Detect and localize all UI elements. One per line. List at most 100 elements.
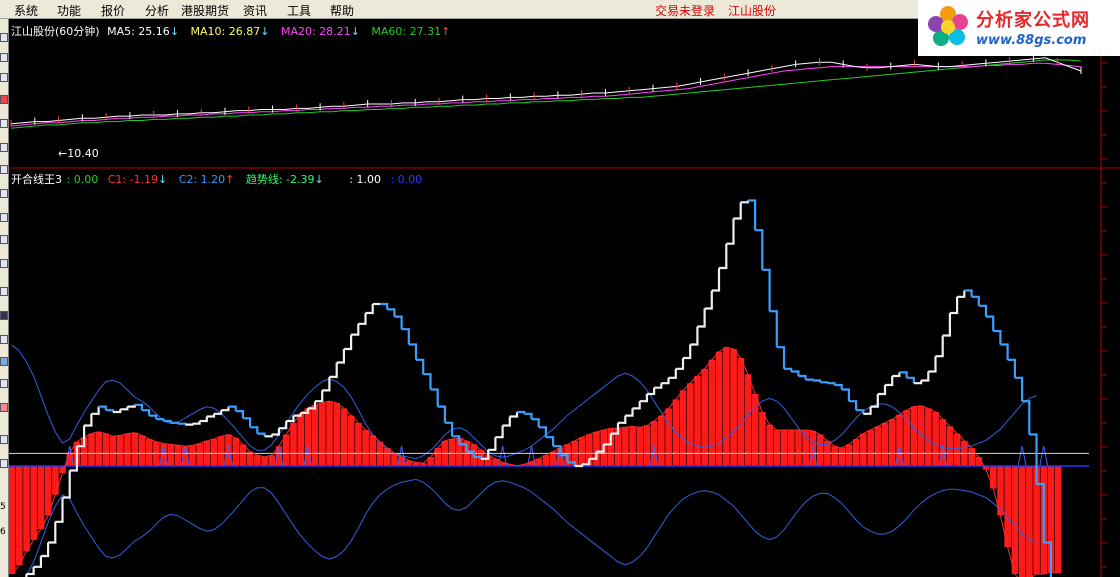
trend-line-segment xyxy=(257,432,266,437)
left-axis-label: 6 xyxy=(0,527,6,537)
c1-histogram-bar xyxy=(932,412,939,466)
c1-histogram-bar xyxy=(23,466,30,552)
c1-histogram-bar xyxy=(261,457,268,466)
c1-histogram-bar xyxy=(189,445,196,466)
c1-histogram-bar xyxy=(795,430,802,466)
trend-line-segment xyxy=(495,425,504,439)
c1-histogram-bar xyxy=(16,466,23,565)
toolbar-icon[interactable] xyxy=(0,95,8,104)
toolbar-icon[interactable] xyxy=(0,189,8,198)
c1-histogram-bar xyxy=(333,403,341,466)
ma20-line xyxy=(10,62,1082,127)
ma10-value: MA10: 26.87 xyxy=(190,25,261,38)
trend-line-segment xyxy=(250,426,259,434)
trend-line-segment xyxy=(834,383,843,390)
menu-quote[interactable]: 报价 xyxy=(101,2,125,19)
toolbar-icon[interactable] xyxy=(0,235,8,244)
c2-value: C2: 1.20 xyxy=(178,173,226,186)
trend-line-segment xyxy=(928,356,937,373)
toolbar-icon[interactable] xyxy=(0,287,8,296)
c2-arrow-icon: ↑ xyxy=(225,173,235,186)
toolbar-icon[interactable] xyxy=(0,73,8,82)
trend-line-segment xyxy=(156,418,165,421)
menu-function[interactable]: 功能 xyxy=(57,2,81,19)
c1-histogram-bar xyxy=(990,466,997,489)
menu-tools[interactable]: 工具 xyxy=(287,2,311,19)
trend-line-segment xyxy=(437,405,446,423)
ma20-arrow-icon: ↓ xyxy=(350,25,360,38)
c1-histogram-bar xyxy=(910,406,918,466)
trend-line-segment xyxy=(1022,400,1031,435)
c1-histogram-bar xyxy=(593,431,600,466)
trend-line-segment xyxy=(524,412,533,420)
c1-histogram-bar xyxy=(117,435,124,466)
trend-line-segment xyxy=(921,371,930,382)
c1-histogram-bar xyxy=(391,453,398,466)
trend-line-segment xyxy=(957,290,966,298)
toolbar-icon[interactable] xyxy=(0,335,8,344)
trend-line-segment xyxy=(704,290,713,310)
trend-line-segment xyxy=(105,409,115,412)
indicator-val-5: : 0.00 xyxy=(390,173,423,186)
c1-histogram-bar xyxy=(1011,466,1019,574)
trend-line-segment xyxy=(170,421,179,424)
toolbar-icon[interactable] xyxy=(0,33,8,42)
ma5-line xyxy=(10,57,1082,125)
toolbar-icon[interactable] xyxy=(0,311,8,320)
c1-histogram-bar xyxy=(953,433,961,466)
c1-histogram-bar xyxy=(622,427,629,466)
toolbar-icon[interactable] xyxy=(0,403,8,412)
trend-line-segment xyxy=(1000,343,1009,360)
menu-system[interactable]: 系统 xyxy=(14,2,38,19)
toolbar-icon[interactable] xyxy=(0,259,8,268)
c1-histogram-bar xyxy=(1026,466,1033,577)
menu-help[interactable]: 帮助 xyxy=(330,2,354,19)
c1-histogram-bar xyxy=(283,434,290,466)
trend-line-segment xyxy=(336,349,345,364)
toolbar-icon[interactable] xyxy=(0,53,8,62)
trend-line-segment xyxy=(986,315,995,331)
chart-area[interactable] xyxy=(9,19,1120,577)
trend-line-segment xyxy=(935,335,944,358)
toolbar-icon[interactable] xyxy=(0,119,8,128)
c1-histogram-bar xyxy=(95,431,102,466)
menu-news[interactable]: 资讯 xyxy=(243,2,267,19)
trend-line-segment xyxy=(62,470,71,499)
c1-histogram-bar xyxy=(232,438,240,466)
trend-line-segment xyxy=(401,328,410,345)
toolbar-icon[interactable] xyxy=(0,143,8,152)
trend-line-segment xyxy=(416,358,425,375)
c1-histogram-bar xyxy=(578,437,586,466)
c1-histogram-bar xyxy=(225,434,232,466)
toolbar-icon[interactable] xyxy=(0,165,8,174)
toolbar-icon[interactable] xyxy=(0,435,8,444)
trend-line-segment xyxy=(812,379,822,383)
c1-histogram-bar xyxy=(268,455,276,466)
c1-histogram-bar xyxy=(708,359,716,466)
c1-histogram-bar xyxy=(9,466,16,574)
trend-line-segment xyxy=(675,358,685,370)
c1-histogram-bar xyxy=(1004,466,1011,547)
toolbar-icon[interactable] xyxy=(0,379,8,388)
toolbar-icon[interactable] xyxy=(0,213,8,222)
c1-histogram-bar xyxy=(30,466,37,540)
c1-histogram-bar xyxy=(780,430,788,466)
c1-histogram-bar xyxy=(210,439,218,466)
trend-line-segment xyxy=(235,410,244,419)
menu-analysis[interactable]: 分析 xyxy=(145,2,169,19)
trend-line-segment xyxy=(488,437,497,451)
trend-line-segment xyxy=(755,229,764,270)
trend-line-segment xyxy=(430,388,439,407)
c1-histogram-bar xyxy=(802,430,809,466)
toolbar-icon[interactable] xyxy=(0,357,8,366)
c1-histogram-bar xyxy=(369,435,377,466)
trade-login-status[interactable]: 交易未登录 xyxy=(655,2,715,19)
signal-spike xyxy=(1017,445,1027,467)
trend-line-segment xyxy=(351,323,360,336)
trend-line-segment xyxy=(343,334,353,351)
toolbar-icon[interactable] xyxy=(0,459,8,468)
menu-hk-futures[interactable]: 港股期货 xyxy=(181,2,229,19)
ma60-value: MA60: 27.31 xyxy=(371,25,442,38)
logo-brand-text: 分析家公式网 xyxy=(976,10,1090,31)
trend-line-segment xyxy=(632,401,641,410)
